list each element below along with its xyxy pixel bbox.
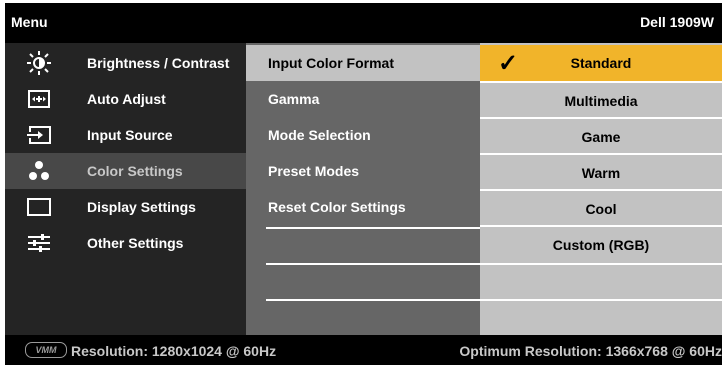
option-label: Custom (RGB) xyxy=(552,237,650,253)
title-bar: Menu Dell 1909W xyxy=(5,3,722,43)
monitor-osd: Menu Dell 1909W Brightness / Contrast Au… xyxy=(5,3,722,365)
color-settings-icon xyxy=(29,161,49,180)
main-menu: Brightness / Contrast Auto Adjust Input … xyxy=(5,43,246,335)
menu-item-input-source[interactable]: Input Source xyxy=(5,117,246,153)
model-name: Dell 1909W xyxy=(640,14,714,30)
display-settings-icon xyxy=(27,198,51,216)
option-label: Warm xyxy=(581,165,621,181)
menu-item-auto-adjust[interactable]: Auto Adjust xyxy=(5,81,246,117)
divider xyxy=(480,299,722,301)
submenu-item-reset-color-settings[interactable]: Reset Color Settings xyxy=(246,189,480,225)
option-label: Multimedia xyxy=(564,93,638,109)
divider xyxy=(266,263,480,265)
preset-mode-options: ✓ Standard Multimedia Game Warm Cool Cus… xyxy=(480,43,722,335)
option-standard[interactable]: ✓ Standard xyxy=(480,45,722,81)
menu-item-other-settings[interactable]: Other Settings xyxy=(5,225,246,261)
current-resolution: Resolution: 1280x1024 @ 60Hz xyxy=(71,343,277,359)
color-settings-submenu: Input Color Format Gamma Mode Selection … xyxy=(246,43,480,335)
divider xyxy=(480,263,722,265)
submenu-label: Preset Modes xyxy=(268,163,360,179)
submenu-label: Reset Color Settings xyxy=(268,199,406,215)
brightness-icon xyxy=(27,51,51,75)
submenu-item-gamma[interactable]: Gamma xyxy=(246,81,480,117)
menu-label-display-settings: Display Settings xyxy=(87,199,196,215)
submenu-label: Mode Selection xyxy=(268,127,371,143)
vmm-logo: VMM xyxy=(25,342,67,358)
submenu-item-mode-selection[interactable]: Mode Selection xyxy=(246,117,480,153)
option-warm[interactable]: Warm xyxy=(480,155,722,191)
option-multimedia[interactable]: Multimedia xyxy=(480,83,722,119)
menu-label-brightness-contrast: Brightness / Contrast xyxy=(87,55,230,71)
option-label: Standard xyxy=(570,55,632,71)
submenu-item-input-color-format[interactable]: Input Color Format xyxy=(246,45,480,81)
menu-title: Menu xyxy=(11,14,48,30)
submenu-label: Input Color Format xyxy=(268,55,394,71)
divider xyxy=(266,299,480,301)
option-game[interactable]: Game xyxy=(480,119,722,155)
other-settings-icon xyxy=(28,234,50,252)
menu-label-auto-adjust: Auto Adjust xyxy=(87,91,166,107)
option-label: Cool xyxy=(585,201,617,217)
menu-label-other-settings: Other Settings xyxy=(87,235,184,251)
divider xyxy=(266,227,480,229)
auto-adjust-icon xyxy=(28,90,50,108)
option-custom-rgb[interactable]: Custom (RGB) xyxy=(480,227,722,263)
submenu-label: Gamma xyxy=(268,91,320,107)
submenu-item-preset-modes[interactable]: Preset Modes xyxy=(246,153,480,189)
menu-item-color-settings[interactable]: Color Settings xyxy=(5,153,246,189)
status-bar: VMM Resolution: 1280x1024 @ 60Hz Optimum… xyxy=(5,335,722,365)
option-label: Game xyxy=(581,129,621,145)
menu-item-brightness-contrast[interactable]: Brightness / Contrast xyxy=(5,45,246,81)
menu-label-color-settings: Color Settings xyxy=(87,163,183,179)
optimum-resolution: Optimum Resolution: 1366x768 @ 60Hz xyxy=(459,343,722,359)
option-cool[interactable]: Cool xyxy=(480,191,722,227)
menu-label-input-source: Input Source xyxy=(87,127,173,143)
input-source-icon xyxy=(27,126,51,144)
menu-item-display-settings[interactable]: Display Settings xyxy=(5,189,246,225)
